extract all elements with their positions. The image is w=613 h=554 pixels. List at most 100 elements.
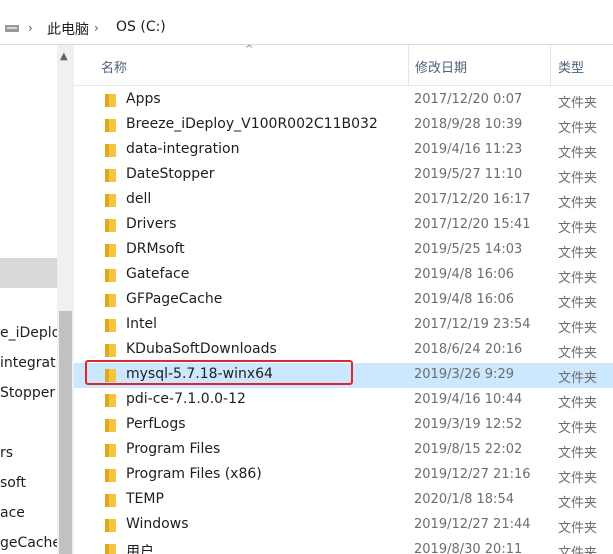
- nav-item[interactable]: [0, 83, 57, 107]
- nav-item[interactable]: [0, 233, 57, 257]
- file-date: 2019/4/16 11:23: [414, 142, 523, 157]
- nav-scroll-thumb[interactable]: [59, 311, 72, 554]
- file-row[interactable]: Program Files (x86) 2019/12/27 21:16 文件夹: [74, 463, 613, 488]
- file-name[interactable]: KDubaSoftDownloads: [126, 341, 277, 357]
- file-date: 2019/8/30 20:11: [414, 542, 523, 554]
- breadcrumb-separator: ›: [28, 21, 33, 35]
- file-date: 2019/4/16 10:44: [414, 392, 523, 407]
- file-name[interactable]: GFPageCache: [126, 291, 222, 307]
- file-name[interactable]: Windows: [126, 516, 189, 532]
- folder-icon: [105, 544, 116, 554]
- file-date: 2020/1/8 18:54: [414, 492, 514, 507]
- file-type: 文件夹: [558, 196, 598, 211]
- file-row[interactable]: GFPageCache 2019/4/8 16:06 文件夹: [74, 288, 613, 313]
- file-name[interactable]: 用户: [126, 541, 154, 554]
- file-row[interactable]: DateStopper 2019/5/27 11:10 文件夹: [74, 163, 613, 188]
- column-header-date[interactable]: 修改日期: [415, 57, 467, 76]
- column-divider[interactable]: [550, 45, 551, 85]
- file-date: 2019/3/19 12:52: [414, 417, 523, 432]
- nav-item[interactable]: rs: [0, 441, 57, 465]
- file-type: 文件夹: [558, 521, 598, 536]
- column-divider[interactable]: [408, 45, 409, 85]
- file-row[interactable]: Intel 2017/12/19 23:54 文件夹: [74, 313, 613, 338]
- folder-icon: [105, 219, 116, 232]
- file-name[interactable]: Program Files (x86): [126, 466, 262, 482]
- address-bar[interactable]: › 此电脑 › OS (C:): [0, 12, 613, 45]
- file-type: 文件夹: [558, 546, 598, 554]
- breadcrumb-this-pc[interactable]: 此电脑: [47, 19, 89, 39]
- nav-item[interactable]: [0, 411, 57, 435]
- file-name[interactable]: Program Files: [126, 441, 220, 457]
- file-list-pane[interactable]: ^ 名称 修改日期 类型 Apps 2017/12/20 0:07 文件夹 Breez…: [74, 45, 613, 554]
- file-type: 文件夹: [558, 221, 598, 236]
- file-name[interactable]: TEMP: [126, 491, 164, 507]
- file-row[interactable]: Breeze_iDeploy_V100R002C11B032 2018/9/28 …: [74, 113, 613, 138]
- column-header-row: ^ 名称 修改日期 类型: [74, 45, 613, 86]
- column-header-name[interactable]: 名称: [101, 57, 127, 76]
- file-name[interactable]: Intel: [126, 316, 157, 332]
- folder-icon: [105, 344, 116, 357]
- folder-icon: [105, 469, 116, 482]
- file-row[interactable]: Program Files 2019/8/15 22:02 文件夹: [74, 438, 613, 463]
- file-date: 2019/3/26 9:29: [414, 367, 514, 382]
- file-name[interactable]: Breeze_iDeploy_V100R002C11B032: [126, 116, 378, 132]
- nav-item[interactable]: soft: [0, 471, 57, 495]
- folder-icon: [105, 394, 116, 407]
- file-name[interactable]: data-integration: [126, 141, 240, 157]
- nav-item[interactable]: e_iDeplo: [0, 321, 57, 345]
- file-row[interactable]: dell 2017/12/20 16:17 文件夹: [74, 188, 613, 213]
- nav-item[interactable]: geCache: [0, 531, 57, 554]
- folder-icon: [105, 169, 116, 182]
- folder-icon: [105, 144, 116, 157]
- folder-icon: [105, 319, 116, 332]
- file-row[interactable]: Windows 2019/12/27 21:44 文件夹: [74, 513, 613, 538]
- file-name[interactable]: DateStopper: [126, 166, 215, 182]
- breadcrumb-separator: ›: [94, 21, 99, 35]
- file-name[interactable]: PerfLogs: [126, 416, 186, 432]
- file-type: 文件夹: [558, 396, 598, 411]
- file-name[interactable]: Drivers: [126, 216, 176, 232]
- file-date: 2019/5/25 14:03: [414, 242, 523, 257]
- file-date: 2019/4/8 16:06: [414, 292, 514, 307]
- file-name[interactable]: dell: [126, 191, 151, 207]
- file-row[interactable]: Drivers 2017/12/20 15:41 文件夹: [74, 213, 613, 238]
- navigation-pane[interactable]: e_iDeplo integrati Stopper rs soft ace geCache: [0, 45, 57, 554]
- file-type: 文件夹: [558, 346, 598, 361]
- nav-item[interactable]: ace: [0, 501, 57, 525]
- scroll-up-icon[interactable]: ▲: [60, 51, 68, 62]
- file-row[interactable]: pdi-ce-7.1.0.0-12 2019/4/16 10:44 文件夹: [74, 388, 613, 413]
- file-date: 2019/8/15 22:02: [414, 442, 523, 457]
- nav-item[interactable]: [0, 143, 57, 167]
- file-name[interactable]: Apps: [126, 91, 161, 107]
- nav-item[interactable]: integrati: [0, 351, 57, 375]
- file-row[interactable]: PerfLogs 2019/3/19 12:52 文件夹: [74, 413, 613, 438]
- file-row[interactable]: DRMsoft 2019/5/25 14:03 文件夹: [74, 238, 613, 263]
- file-row[interactable]: data-integration 2019/4/16 11:23 文件夹: [74, 138, 613, 163]
- file-date: 2019/12/27 21:44: [414, 517, 531, 532]
- file-type: 文件夹: [558, 121, 598, 136]
- file-date: 2019/5/27 11:10: [414, 167, 523, 182]
- file-name[interactable]: Gateface: [126, 266, 189, 282]
- file-row[interactable]: Apps 2017/12/20 0:07 文件夹: [74, 88, 613, 113]
- nav-item[interactable]: Stopper: [0, 381, 57, 405]
- column-header-type[interactable]: 类型: [558, 57, 584, 76]
- nav-item[interactable]: [0, 53, 57, 77]
- file-row[interactable]: Gateface 2019/4/8 16:06 文件夹: [74, 263, 613, 288]
- nav-item[interactable]: [0, 203, 57, 227]
- file-row[interactable]: TEMP 2020/1/8 18:54 文件夹: [74, 488, 613, 513]
- file-row[interactable]: 用户 2019/8/30 20:11 文件夹: [74, 538, 613, 554]
- folder-icon: [105, 194, 116, 207]
- file-name[interactable]: DRMsoft: [126, 241, 185, 257]
- folder-icon: [105, 444, 116, 457]
- file-date: 2017/12/20 16:17: [414, 192, 531, 207]
- file-type: 文件夹: [558, 146, 598, 161]
- nav-item[interactable]: [0, 263, 57, 287]
- nav-scrollbar[interactable]: ▲: [57, 45, 74, 554]
- sort-up-icon[interactable]: ^: [245, 45, 253, 55]
- breadcrumb-drive-c[interactable]: OS (C:): [116, 19, 166, 35]
- folder-icon: [105, 119, 116, 132]
- nav-item[interactable]: [0, 113, 57, 137]
- file-type: 文件夹: [558, 496, 598, 511]
- nav-item[interactable]: [0, 173, 57, 197]
- file-name[interactable]: pdi-ce-7.1.0.0-12: [126, 391, 246, 407]
